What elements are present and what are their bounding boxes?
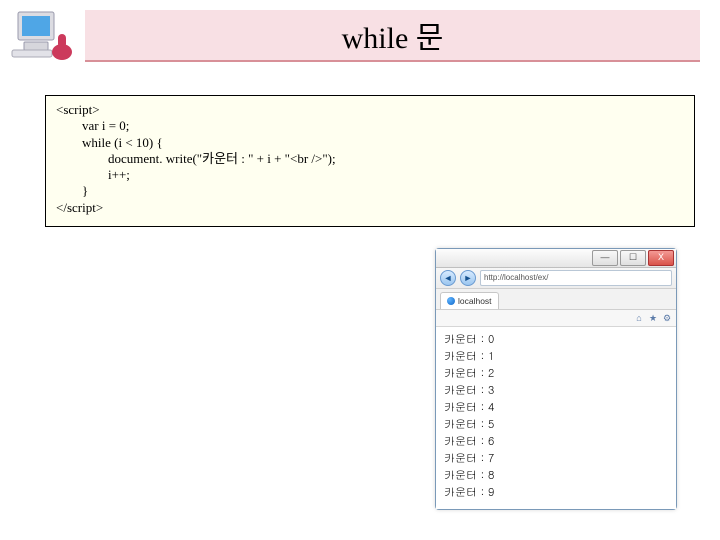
browser-toolbar: ⌂ ★ ⚙: [436, 310, 676, 327]
output-line: 카운터 : 7: [444, 450, 668, 467]
code-line: i++;: [56, 167, 684, 183]
output-line: 카운터 : 6: [444, 433, 668, 450]
tab-row: localhost: [436, 289, 676, 310]
window-titlebar: — ☐ X: [436, 249, 676, 268]
output-line: 카운터 : 3: [444, 382, 668, 399]
ie-icon: [447, 297, 455, 305]
maximize-button[interactable]: ☐: [620, 250, 646, 266]
browser-tab[interactable]: localhost: [440, 292, 499, 309]
tab-label: localhost: [458, 293, 492, 309]
code-line: }: [56, 183, 684, 199]
slide-title: while 문: [342, 13, 444, 57]
browser-window: — ☐ X ◄ ► http://localhost/ex/ localhost…: [435, 248, 677, 510]
code-block: <script>var i = 0;while (i < 10) {docume…: [45, 95, 695, 227]
code-line: var i = 0;: [56, 118, 684, 134]
output-line: 카운터 : 4: [444, 399, 668, 416]
output-line: 카운터 : 5: [444, 416, 668, 433]
output-line: 카운터 : 0: [444, 331, 668, 348]
computer-icon: [10, 6, 80, 66]
favorites-icon[interactable]: ★: [648, 313, 658, 323]
output-line: 카운터 : 1: [444, 348, 668, 365]
code-line: <script>: [56, 102, 684, 118]
url-input[interactable]: http://localhost/ex/: [480, 270, 672, 286]
tools-icon[interactable]: ⚙: [662, 313, 672, 323]
nav-back-button[interactable]: ◄: [440, 270, 456, 286]
close-button[interactable]: X: [648, 250, 674, 266]
code-line: </script>: [56, 200, 684, 216]
output-line: 카운터 : 8: [444, 467, 668, 484]
home-icon[interactable]: ⌂: [634, 313, 644, 323]
output-line: 카운터 : 9: [444, 484, 668, 501]
code-line: document. write("카운터 : " + i + "<br />")…: [56, 151, 684, 167]
output-line: 카운터 : 2: [444, 365, 668, 382]
browser-page: 카운터 : 0카운터 : 1카운터 : 2카운터 : 3카운터 : 4카운터 :…: [436, 327, 676, 509]
slide-title-bar: while 문: [85, 10, 700, 62]
code-line: while (i < 10) {: [56, 135, 684, 151]
nav-forward-button[interactable]: ►: [460, 270, 476, 286]
minimize-button[interactable]: —: [592, 250, 618, 266]
address-bar-row: ◄ ► http://localhost/ex/: [436, 268, 676, 289]
